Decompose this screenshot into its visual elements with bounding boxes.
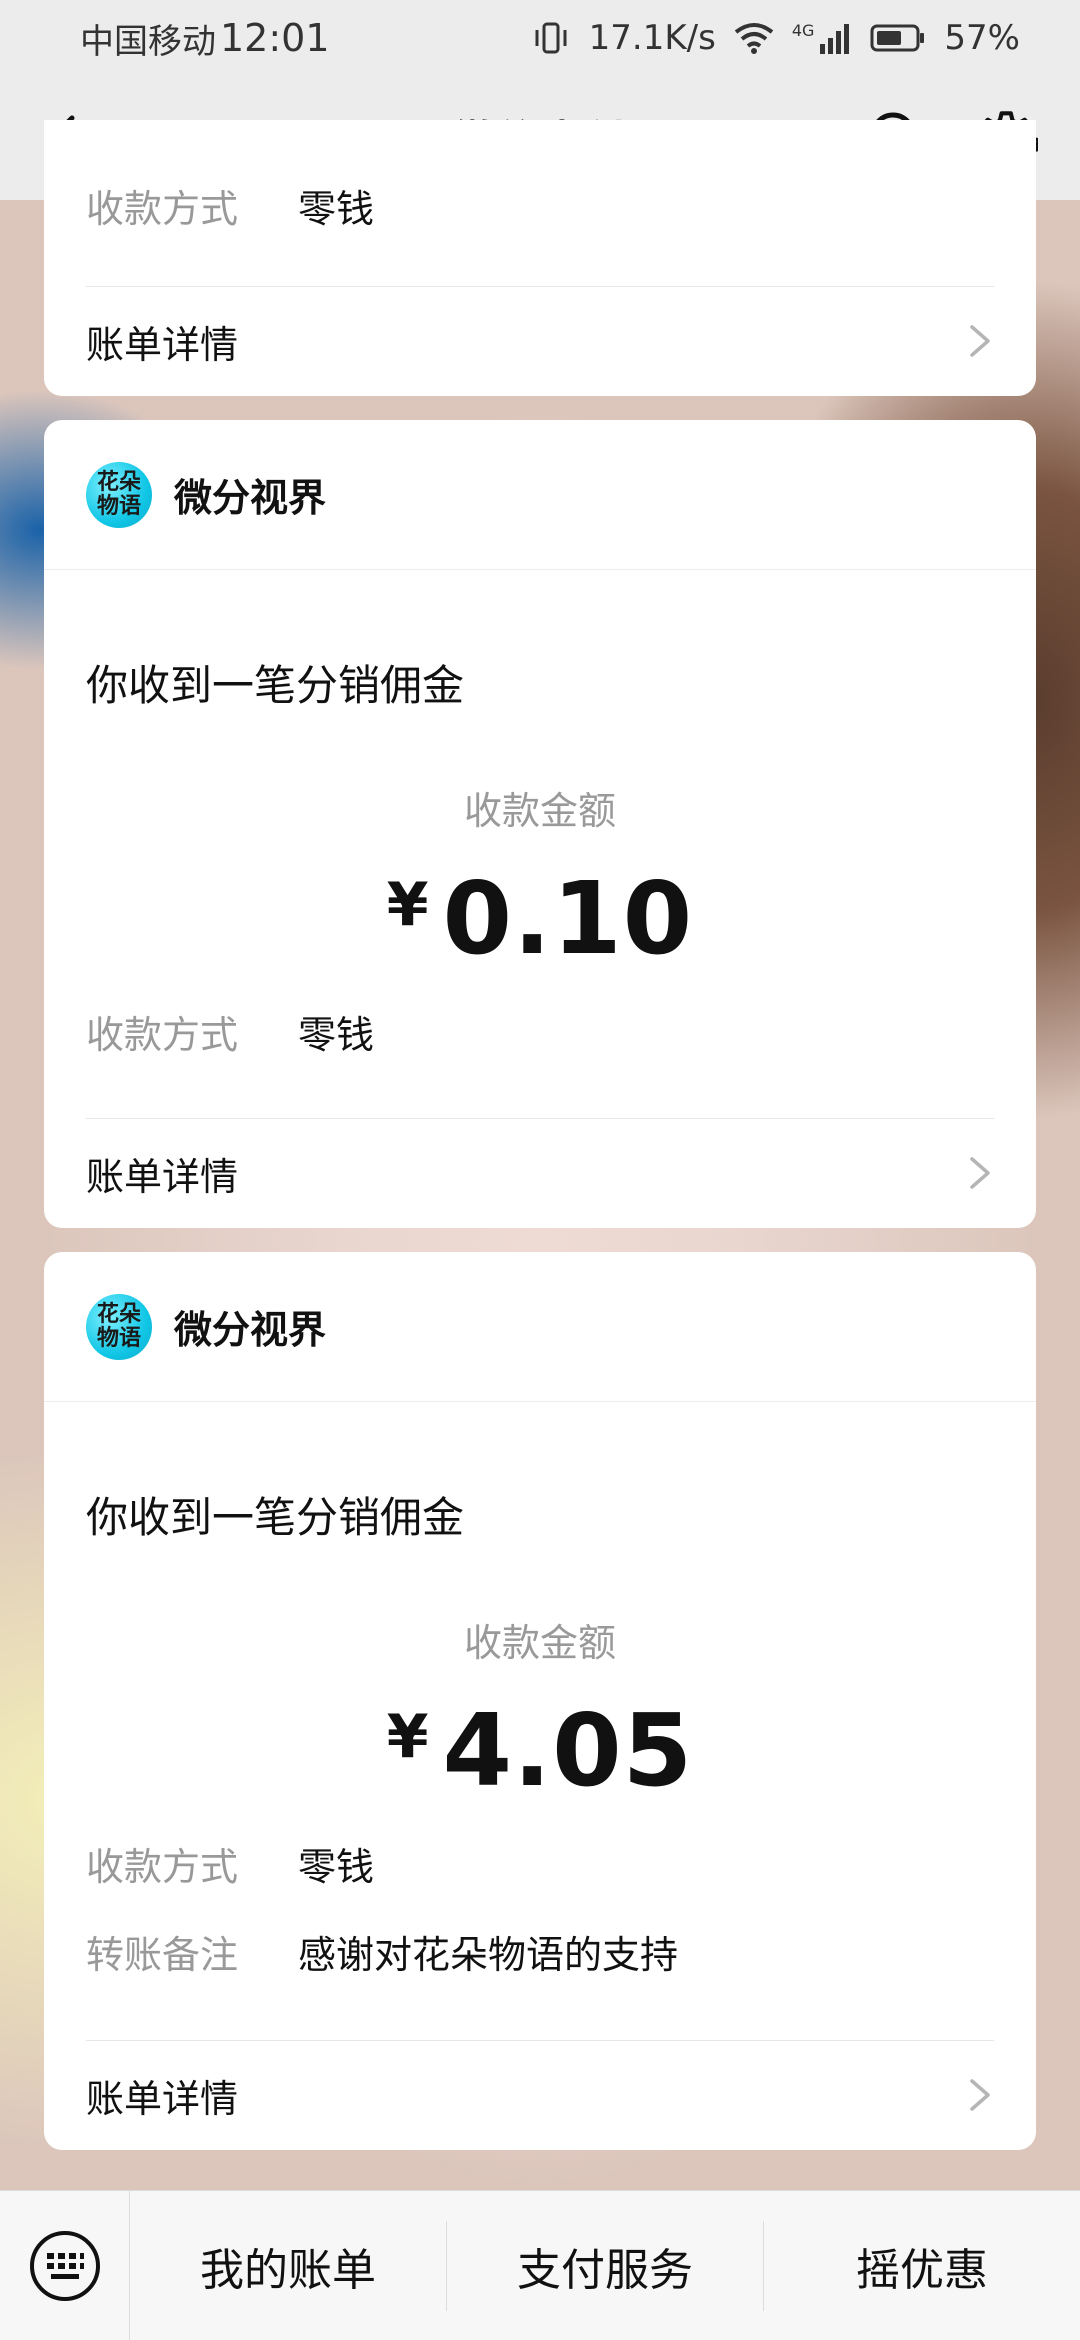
amount-value: ¥0.10 [44, 860, 1036, 977]
amount-number: 4.05 [442, 1692, 694, 1809]
transfer-note-key: 转账备注 [86, 1933, 239, 1977]
payment-method-key: 收款方式 [86, 1013, 239, 1057]
chevron-right-icon [970, 1157, 990, 1189]
menu-shake-offers[interactable]: 摇优惠 [764, 2191, 1080, 2340]
notice-title: 你收到一笔分销佣金 [86, 661, 465, 710]
payment-method-value: 零钱 [298, 187, 375, 231]
avatar-text-line: 物语 [96, 493, 141, 519]
bill-detail-link[interactable]: 账单详情 [86, 2040, 994, 2150]
amount-label: 收款金额 [463, 1621, 616, 1665]
battery-percent: 57% [944, 18, 1020, 58]
avatar-text-line: 花朵 [96, 469, 141, 495]
notice-title: 你收到一笔分销佣金 [86, 1493, 465, 1542]
bill-detail-label: 账单详情 [86, 322, 239, 367]
avatar-text-line: 物语 [96, 1325, 141, 1351]
payment-method-key: 收款方式 [86, 1845, 239, 1889]
bottom-menu-bar: 我的账单 支付服务 摇优惠 [0, 2190, 1080, 2340]
network-type: 4G [791, 20, 815, 40]
transfer-note-value: 感谢对花朵物语的支持 [298, 1933, 679, 1977]
payment-card-partial: 收款方式 零钱 账单详情 [44, 120, 1036, 396]
payment-card: 花朵 物语 微分视界 你收到一笔分销佣金 收款金额 ¥4.05 收款方式 零钱 … [44, 1252, 1036, 2150]
chevron-right-icon [970, 2079, 990, 2111]
clock: 12:01 [220, 16, 330, 60]
bill-detail-label: 账单详情 [86, 2076, 239, 2121]
merchant-avatar: 花朵 物语 [86, 461, 152, 528]
amount-value: ¥4.05 [44, 1692, 1036, 1809]
signal-icon [820, 24, 850, 54]
card-header[interactable]: 花朵 物语 微分视界 [44, 420, 1036, 570]
payment-method-row: 收款方式 零钱 [86, 178, 374, 233]
chevron-right-icon [970, 325, 990, 357]
amount-number: 0.10 [442, 860, 694, 977]
menu-payment-services[interactable]: 支付服务 [447, 2191, 763, 2340]
transfer-note-row: 转账备注 感谢对花朵物语的支持 [86, 1924, 678, 1979]
bill-detail-link[interactable]: 账单详情 [86, 286, 994, 396]
payment-method-value: 零钱 [298, 1013, 375, 1057]
payment-method-row: 收款方式 零钱 [86, 1836, 374, 1891]
net-speed: 17.1K/s [588, 18, 716, 58]
card-header[interactable]: 花朵 物语 微分视界 [44, 1252, 1036, 1402]
currency-symbol: ¥ [386, 870, 429, 940]
merchant-name: 微分视界 [174, 1308, 327, 1352]
merchant-avatar: 花朵 物语 [86, 1293, 152, 1360]
payment-method-row: 收款方式 零钱 [86, 1004, 374, 1059]
status-bar: 中国移动 12:01 17.1K/s 4G 57% [0, 0, 1080, 76]
avatar-text-line: 花朵 [96, 1301, 141, 1327]
keyboard-toggle-button[interactable] [0, 2190, 130, 2340]
amount-label: 收款金额 [463, 789, 616, 833]
menu-my-bills[interactable]: 我的账单 [130, 2191, 446, 2340]
bill-detail-label: 账单详情 [86, 1154, 239, 1199]
bill-detail-link[interactable]: 账单详情 [86, 1118, 994, 1228]
payment-method-value: 零钱 [298, 1845, 375, 1889]
keyboard-icon [29, 2230, 100, 2301]
payment-method-key: 收款方式 [86, 187, 239, 231]
carrier-label: 中国移动 [80, 21, 216, 62]
currency-symbol: ¥ [386, 1702, 429, 1772]
merchant-name: 微分视界 [174, 476, 327, 520]
wifi-icon [734, 23, 774, 54]
battery-icon [870, 24, 925, 52]
vibrate-icon [535, 22, 567, 54]
payment-card: 花朵 物语 微分视界 你收到一笔分销佣金 收款金额 ¥0.10 收款方式 零钱 … [44, 420, 1036, 1228]
